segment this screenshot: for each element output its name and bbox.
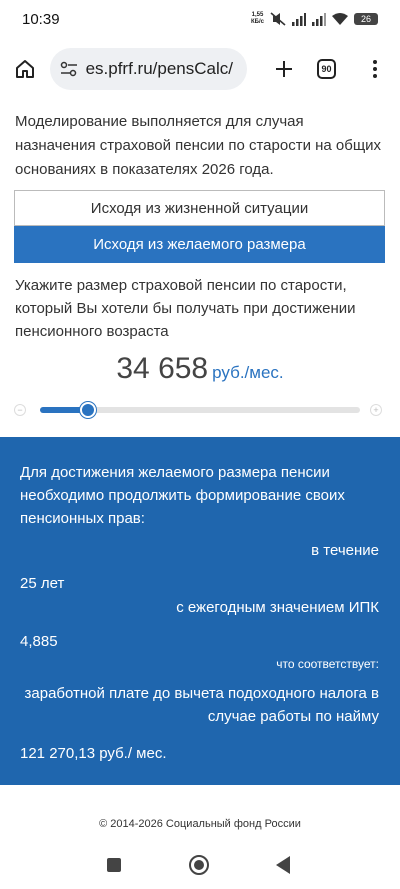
footer-copyright: © 2014-2026 Социальный фонд России	[99, 818, 301, 830]
result-panel: Для достижения желаемого размера пенсии …	[0, 437, 400, 785]
option-life-situation-button[interactable]: Исходя из жизненной ситуации	[14, 190, 385, 226]
signal-icon	[292, 12, 306, 26]
status-icons: 1,55 КБ/с 26	[251, 12, 378, 26]
system-nav-bar	[0, 845, 400, 889]
corresponds-label: что соответствует:	[276, 657, 379, 671]
battery-icon: 26	[354, 13, 378, 25]
years-value: 25 лет	[20, 575, 65, 592]
result-intro: Для достижения желаемого размера пенсии …	[20, 464, 345, 527]
slider-handle[interactable]	[80, 402, 96, 418]
desired-amount[interactable]: 34 658 руб./мес.	[0, 352, 400, 386]
home-icon[interactable]	[10, 54, 40, 84]
wifi-icon	[332, 12, 348, 25]
address-bar[interactable]: es.pfrf.ru/pensCalc/	[49, 48, 248, 90]
network-speed-value: 1,55	[251, 12, 264, 18]
salary-value: 121 270,13 руб./ мес.	[20, 745, 167, 762]
option-desired-amount-button[interactable]: Исходя из желаемого размера	[14, 226, 385, 263]
back-icon[interactable]	[276, 856, 290, 874]
slider-decrease-button[interactable]: −	[14, 404, 26, 416]
amount-prompt: Укажите размер страховой пенсии по старо…	[15, 277, 356, 340]
amount-slider[interactable]: − +	[14, 400, 386, 420]
clock: 10:39	[22, 10, 60, 28]
network-speed: 1,55 КБ/с	[251, 12, 264, 26]
ipk-label: с ежегодным значением ИПК	[176, 599, 379, 616]
tabs-icon[interactable]: 90	[316, 59, 337, 79]
menu-icon[interactable]	[360, 54, 390, 84]
url-text[interactable]: es.pfrf.ru/pensCalc/	[86, 59, 233, 79]
intro-text: Моделирование выполняется для случая наз…	[15, 113, 382, 178]
plus-icon[interactable]	[269, 54, 299, 84]
ipk-value: 4,885	[20, 633, 58, 650]
site-settings-icon[interactable]	[60, 61, 78, 77]
browser-toolbar: es.pfrf.ru/pensCalc/ 90	[0, 38, 400, 100]
amount-unit: руб./мес.	[212, 363, 284, 382]
slider-increase-button[interactable]: +	[370, 404, 382, 416]
salary-label: заработной плате до вычета подоходного н…	[24, 685, 379, 725]
recents-icon[interactable]	[107, 858, 121, 872]
during-label: в течение	[311, 542, 379, 559]
mute-icon	[270, 12, 286, 26]
amount-value[interactable]: 34 658	[116, 352, 208, 385]
home-nav-icon[interactable]	[189, 855, 209, 875]
signal-icon	[312, 12, 326, 26]
status-bar: 10:39 1,55 КБ/с 26	[0, 0, 400, 38]
slider-track[interactable]	[40, 402, 360, 418]
network-speed-unit: КБ/с	[251, 19, 264, 25]
